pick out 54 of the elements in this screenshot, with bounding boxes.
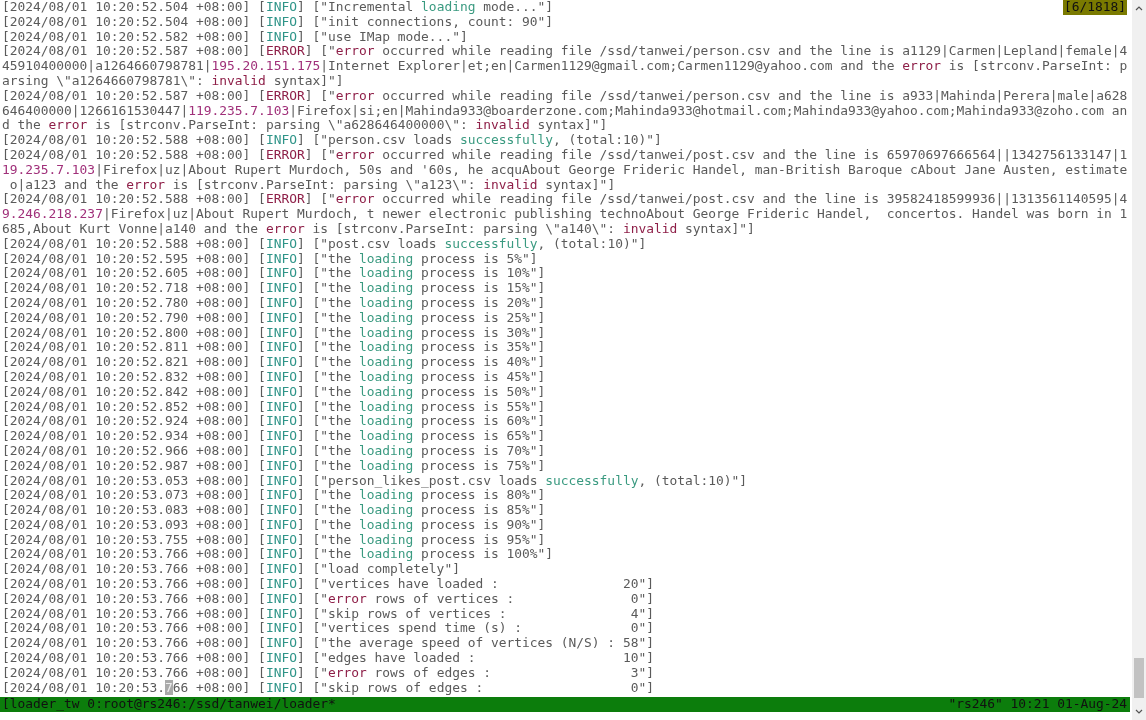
log-line: [2024/08/01 10:20:52.821 +08:00] [INFO] ["the loading process is 40%"]	[2, 355, 546, 370]
log-line: [2024/08/01 10:20:52.924 +08:00] [INFO] ["the loading process is 60%"]	[2, 414, 546, 430]
log-line: [2024/08/01 10:20:52.718 +08:00] [INFO] ["the loading process is 15%"]	[2, 281, 546, 296]
log-line: [2024/08/01 10:20:53.766 +08:00] [INFO] ["error rows of vertices : 0"]	[2, 591, 654, 607]
log-line: [2024/08/01 10:20:52.966 +08:00] [INFO] ["the loading process is 70%"]	[2, 443, 546, 459]
log-line: [2024/08/01 10:20:53.766 +08:00] [INFO] ["load completely"]	[2, 562, 460, 578]
log-line: [2024/08/01 10:20:52.811 +08:00] [INFO] ["the loading process is 35%"]	[2, 340, 546, 356]
log-line: arsing \"a1264660798781\": invalid syntax]"]	[2, 74, 344, 89]
scrollbar[interactable]	[1132, 0, 1146, 720]
log-line: 646400000|1266161530447|119.235.7.103|Firefox|si;en|Mahinda933@boarderzone.com;Mahinda933@hotmail.com;Mahinda933@yahoo.com;Mahinda933@zoho.com an	[2, 103, 1128, 119]
host-clock-label: "rs246" 10:21 01-Aug-24	[948, 697, 1127, 713]
log-line: [2024/08/01 10:20:52.595 +08:00] [INFO] ["the loading process is 5%"]	[2, 251, 538, 267]
log-line: [2024/08/01 10:20:53.766 +08:00] [INFO] ["error rows of edges : 3"]	[2, 665, 654, 681]
scroll-down-icon[interactable]	[1134, 708, 1144, 716]
scroll-position-indicator: [6/1818]	[1062, 0, 1127, 15]
log-line: 685,About Kurt Vonne|a140 and the error is [strconv.ParseInt: parsing \"a140\": invalid syntax]"]	[2, 221, 755, 237]
log-line: 9.246.218.237|Firefox|uz|About Rupert Murdoch, t newer electronic publishing technoAbout George Frideric Handel, concertos. Handel was born in 1	[2, 207, 1128, 222]
log-line: [2024/08/01 10:20:52.852 +08:00] [INFO] ["the loading process is 55%"]	[2, 399, 546, 415]
log-line: d the error is [strconv.ParseInt: parsing \"a628646400000\": invalid syntax]"]	[2, 118, 608, 134]
log-line: [2024/08/01 10:20:52.587 +08:00] [ERROR] ["error occurred while reading file /ssd/tanwei/person.csv and the line is a933|Mahinda|Perera|male|a628	[2, 88, 1128, 104]
log-line: [2024/08/01 10:20:52.582 +08:00] [INFO] ["use IMap mode..."]	[2, 29, 468, 45]
log-line: [2024/08/01 10:20:52.504 +08:00] [INFO] ["Incremental loading mode..."]	[2, 0, 554, 15]
log-line: [2024/08/01 10:20:53.766 +08:00] [INFO] ["vertices spend time (s) : 0"]	[2, 621, 654, 637]
log-line: [2024/08/01 10:20:53.083 +08:00] [INFO] ["the loading process is 85%"]	[2, 503, 546, 518]
log-line: [2024/08/01 10:20:52.588 +08:00] [ERROR] ["error occurred while reading file /ssd/tanwei/post.csv and the line is 65970697666564||1342756133147|1	[2, 147, 1128, 163]
log-line: [2024/08/01 10:20:52.588 +08:00] [INFO] ["person.csv loads successfully, (total:10)"]	[2, 133, 662, 148]
log-line: [2024/08/01 10:20:52.800 +08:00] [INFO] ["the loading process is 30%"]	[2, 325, 546, 341]
log-line: o|a123 and the error is [strconv.ParseInt: parsing \"a123\": invalid syntax]"]	[8, 177, 616, 193]
log-line: [2024/08/01 10:20:53.073 +08:00] [INFO] ["the loading process is 80%"]	[2, 488, 546, 504]
log-line: [2024/08/01 10:20:52.790 +08:00] [INFO] ["the loading process is 25%"]	[2, 310, 546, 326]
log-line: [2024/08/01 10:20:52.605 +08:00] [INFO] ["the loading process is 10%"]	[2, 266, 546, 282]
session-label: [loader_tw 0:root@rs246:/ssd/tanwei/loader*	[2, 697, 336, 713]
log-line: [2024/08/01 10:20:53.766 +08:00] [INFO] ["the average speed of vertices (N/S) : 58"]	[2, 636, 654, 652]
log-line: 19.235.7.103|Firefox|uz|About Rupert Murdoch, 50s and '60s, he acquAbout George Frideric Handel, man-British Baroque cAbout Jane Austen, estimate	[2, 162, 1128, 178]
log-line: [2024/08/01 10:20:53.766 +08:00] [INFO] ["skip rows of edges : 0"]	[2, 680, 654, 696]
log-line: [2024/08/01 10:20:52.588 +08:00] [ERROR] ["error occurred while reading file /ssd/tanwei/post.csv and the line is 39582418599936||1313561140595|4	[2, 192, 1128, 208]
log-line: [2024/08/01 10:20:53.093 +08:00] [INFO] ["the loading process is 90%"]	[2, 517, 546, 533]
log-line: 45910400000|a1264660798781|195.20.151.175|Internet Explorer|et;en|Carmen1129@gmail.com;Carmen1129@yahoo.com and the error is [strconv.ParseInt: p	[2, 59, 1128, 74]
log-line: [2024/08/01 10:20:52.504 +08:00] [INFO] ["init connections, count: 90"]	[2, 14, 554, 30]
scroll-thumb[interactable]	[1134, 658, 1144, 698]
log-line: [2024/08/01 10:20:53.766 +08:00] [INFO] ["edges have loaded : 10"]	[2, 651, 654, 666]
log-line: [2024/08/01 10:20:52.587 +08:00] [ERROR] ["error occurred while reading file /ssd/tanwei/person.csv and the line is a1129|Carmen|Lepland|female|4	[2, 44, 1128, 60]
log-line: [2024/08/01 10:20:52.780 +08:00] [INFO] ["the loading process is 20%"]	[2, 295, 546, 311]
scroll-up-icon[interactable]	[1134, 4, 1144, 12]
log-line: [2024/08/01 10:20:53.766 +08:00] [INFO] ["the loading process is 100%"]	[2, 547, 554, 563]
log-line: [2024/08/01 10:20:52.588 +08:00] [INFO] ["post.csv loads successfully, (total:10)"]	[2, 236, 647, 252]
log-line: [2024/08/01 10:20:52.832 +08:00] [INFO] ["the loading process is 45%"]	[2, 369, 546, 385]
log-line: [2024/08/01 10:20:53.766 +08:00] [INFO] ["skip rows of vertices : 4"]	[2, 606, 654, 622]
log-line: [2024/08/01 10:20:52.934 +08:00] [INFO] ["the loading process is 65%"]	[2, 429, 546, 444]
log-line: [2024/08/01 10:20:53.766 +08:00] [INFO] ["vertices have loaded : 20"]	[2, 577, 654, 592]
log-line: [2024/08/01 10:20:53.053 +08:00] [INFO] ["person_likes_post.csv loads successfully, (total:10)"]	[2, 473, 748, 489]
log-line: [2024/08/01 10:20:52.842 +08:00] [INFO] ["the loading process is 50%"]	[2, 384, 546, 400]
log-line: [2024/08/01 10:20:52.987 +08:00] [INFO] ["the loading process is 75%"]	[2, 458, 546, 474]
log-line: [2024/08/01 10:20:53.755 +08:00] [INFO] ["the loading process is 95%"]	[2, 532, 546, 548]
